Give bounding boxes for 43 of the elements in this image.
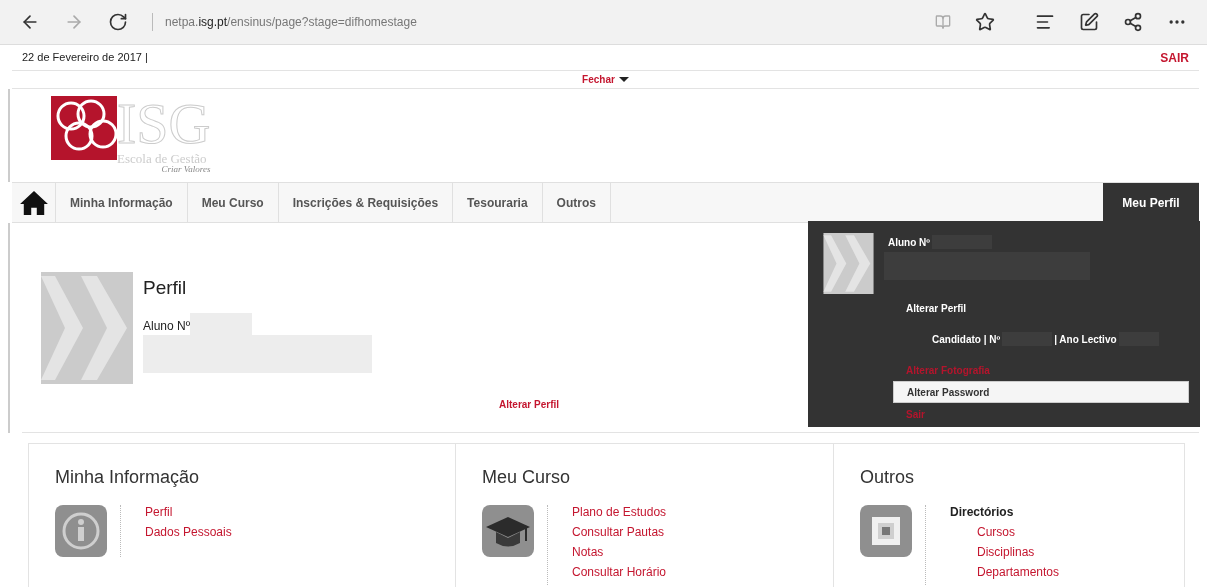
section-link[interactable]: Plano de Estudos: [572, 505, 667, 525]
home-icon[interactable]: [18, 189, 49, 216]
section-title: Meu Curso: [482, 466, 572, 489]
refresh-icon[interactable]: [108, 12, 128, 32]
nav-tab[interactable]: Minha Informação: [56, 183, 188, 222]
avatar-placeholder: [821, 233, 876, 294]
menu-item[interactable]: Alterar Perfil: [893, 297, 1189, 319]
profile-title: Perfil: [143, 276, 188, 300]
section-title: Minha Informação: [55, 466, 201, 489]
favorite-star-icon[interactable]: [975, 12, 995, 32]
section-title: Outros: [860, 466, 916, 489]
nav-tab[interactable]: Tesouraria: [453, 183, 543, 222]
pen-note-icon[interactable]: [1079, 12, 1099, 32]
nav-tab[interactable]: Meu Curso: [187, 183, 279, 222]
graduation-cap-icon: [482, 505, 534, 557]
section-link[interactable]: Perfil: [145, 505, 232, 525]
section-link[interactable]: Cursos: [950, 525, 1060, 545]
nav-tab[interactable]: Inscrições & Requisições: [278, 183, 454, 222]
section-link[interactable]: Consultar Pautas: [572, 525, 667, 545]
group-heading: Directórios: [950, 505, 1015, 521]
square-icon: [860, 505, 912, 557]
info-icon: [55, 505, 107, 557]
candidate-number-label: Candidato | Nº: [932, 332, 1001, 347]
collapse-link[interactable]: Fechar: [582, 72, 629, 87]
logo-emblem: [51, 96, 117, 160]
student-number-label: Aluno Nº: [143, 317, 191, 335]
section-link[interactable]: Departamentos: [950, 565, 1060, 585]
student-number-label: Aluno Nº: [888, 236, 930, 250]
section-link[interactable]: Disciplinas: [950, 545, 1060, 565]
menu-item[interactable]: Alterar Password: [893, 381, 1189, 403]
share-icon[interactable]: [1123, 12, 1143, 32]
address-field[interactable]: netpa.isg.pt/ensinus/page?stage=difhomestage: [152, 13, 911, 31]
section-link[interactable]: Notas: [572, 545, 667, 565]
date-text: 22 de Fevereiro de 2017 |: [22, 50, 148, 66]
nav-tab[interactable]: Outros: [542, 183, 611, 222]
academic-year-label: | Ano Lectivo: [1054, 332, 1117, 347]
edit-profile-link[interactable]: Alterar Perfil: [499, 397, 560, 412]
section-link[interactable]: Dados Pessoais: [145, 525, 232, 545]
logout-link[interactable]: SAIR: [1160, 48, 1189, 67]
hub-icon[interactable]: [1035, 12, 1055, 32]
logo-tagline: Criar Valores: [161, 165, 211, 174]
section-link[interactable]: Consultar Horário: [572, 565, 667, 585]
profile-tab[interactable]: Meu Perfil: [1103, 183, 1199, 222]
